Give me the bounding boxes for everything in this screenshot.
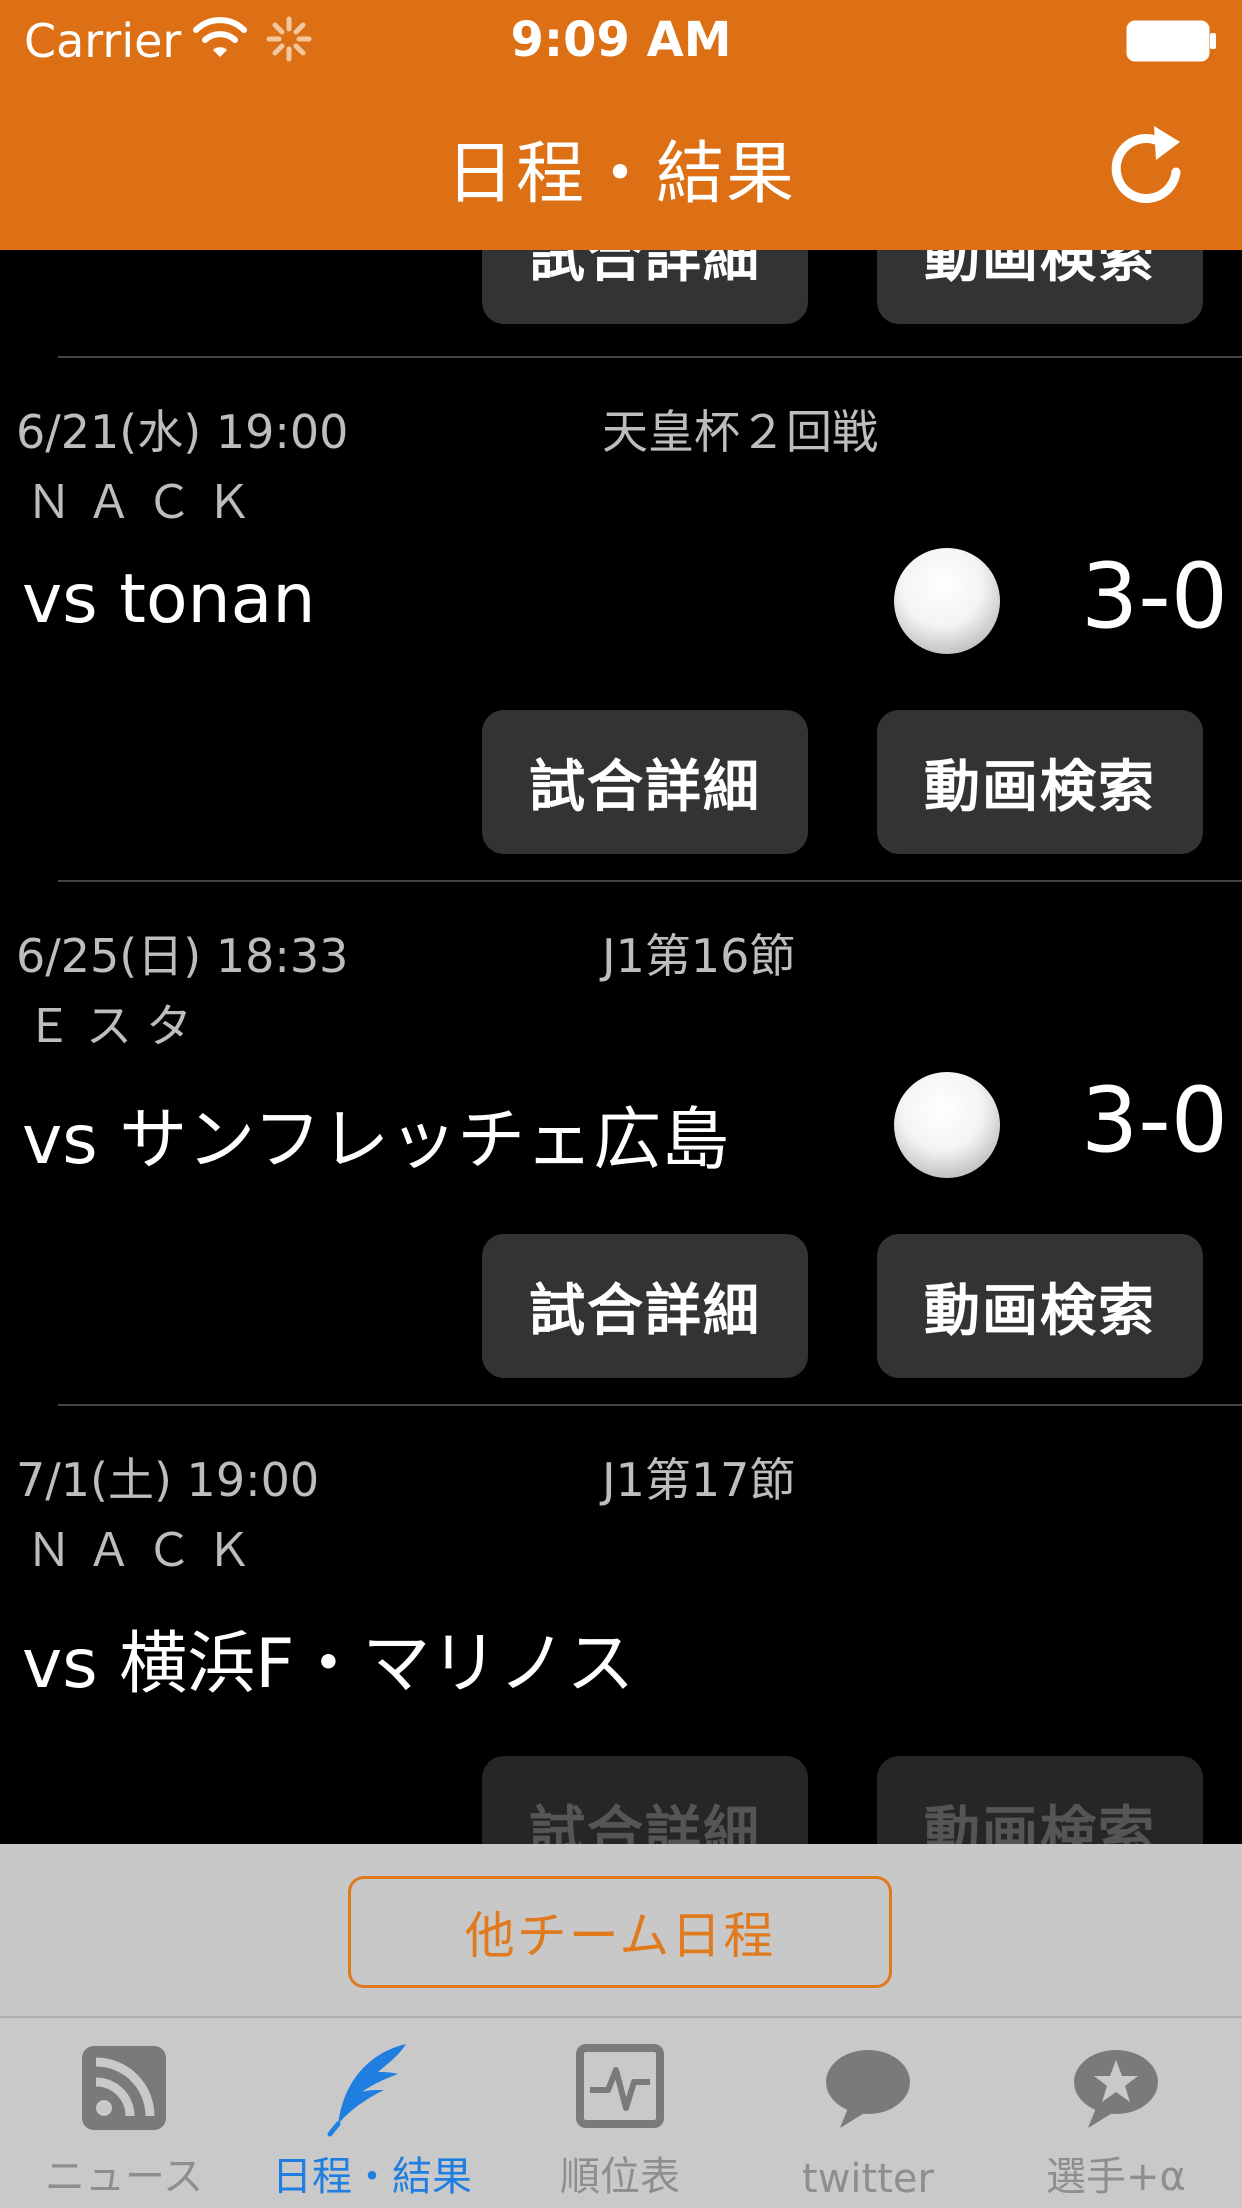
match-opponent: vs tonan [22,560,316,639]
other-team-panel: 他チーム日程 [0,1844,1242,2016]
match-date: 6/25(日) 18:33 [16,929,349,983]
match-score: 3-0 [1081,544,1228,649]
match-detail-button[interactable]: 試合詳細 [482,250,808,324]
match-detail-button[interactable]: 試合詳細 [482,710,808,854]
video-search-button[interactable]: 動画検索 [877,1756,1203,1844]
tab-label: twitter [802,2156,934,2202]
match-venue: Ｅスタ [26,999,206,1053]
tab-label: ニュース [45,2154,203,2200]
match-list[interactable]: 試合詳細 動画検索 6/21(水) 19:00 天皇杯２回戦 ＮＡＣＫ vs t… [0,250,1242,1844]
match-detail-button[interactable]: 試合詳細 [482,1756,808,1844]
battery-icon [1126,20,1216,62]
match-competition: J1第17節 [602,1453,796,1507]
match-competition: J1第16節 [602,929,796,983]
match-opponent: vs サンフレッチェ広島 [22,1101,730,1180]
tab-players[interactable]: 選手+α [992,2018,1240,2208]
match-date: 6/21(水) 19:00 [16,405,349,459]
win-ball-icon [894,548,1000,654]
row-separator [58,356,1242,358]
match-date: 7/1(土) 19:00 [16,1453,320,1507]
tab-news[interactable]: ニュース [0,2018,248,2208]
match-competition: 天皇杯２回戦 [602,405,878,459]
page-title: 日程・結果 [445,135,796,214]
tab-label: 選手+α [1046,2154,1186,2200]
video-search-button[interactable]: 動画検索 [877,250,1203,324]
tab-label: 日程・結果 [272,2154,472,2200]
win-ball-icon [894,1072,1000,1178]
video-search-button[interactable]: 動画検索 [877,710,1203,854]
tab-bar: ニュース 日程・結果 順位表 twitter 選手+α [0,2016,1242,2208]
status-bar: Carrier 9:09 AM [0,0,1242,84]
match-venue: ＮＡＣＫ [26,1523,266,1577]
feather-icon [327,2044,406,2137]
rss-icon [82,2046,166,2130]
speech-bubble-icon [826,2050,910,2128]
refresh-icon[interactable] [1104,122,1188,212]
row-separator [58,880,1242,882]
tab-schedule[interactable]: 日程・結果 [248,2018,496,2208]
star-bubble-icon [1074,2050,1158,2128]
match-opponent: vs 横浜F・マリノス [22,1625,635,1704]
chart-icon [576,2044,664,2128]
match-detail-button[interactable]: 試合詳細 [482,1234,808,1378]
video-search-button[interactable]: 動画検索 [877,1234,1203,1378]
tab-standings[interactable]: 順位表 [496,2018,744,2208]
match-score: 3-0 [1081,1068,1228,1173]
other-team-schedule-button[interactable]: 他チーム日程 [348,1876,892,1988]
row-separator [58,1404,1242,1406]
tab-label: 順位表 [560,2154,680,2200]
clock: 9:09 AM [510,12,732,68]
tab-twitter[interactable]: twitter [744,2018,992,2208]
navigation-bar: 日程・結果 [0,84,1242,250]
match-venue: ＮＡＣＫ [26,475,266,529]
